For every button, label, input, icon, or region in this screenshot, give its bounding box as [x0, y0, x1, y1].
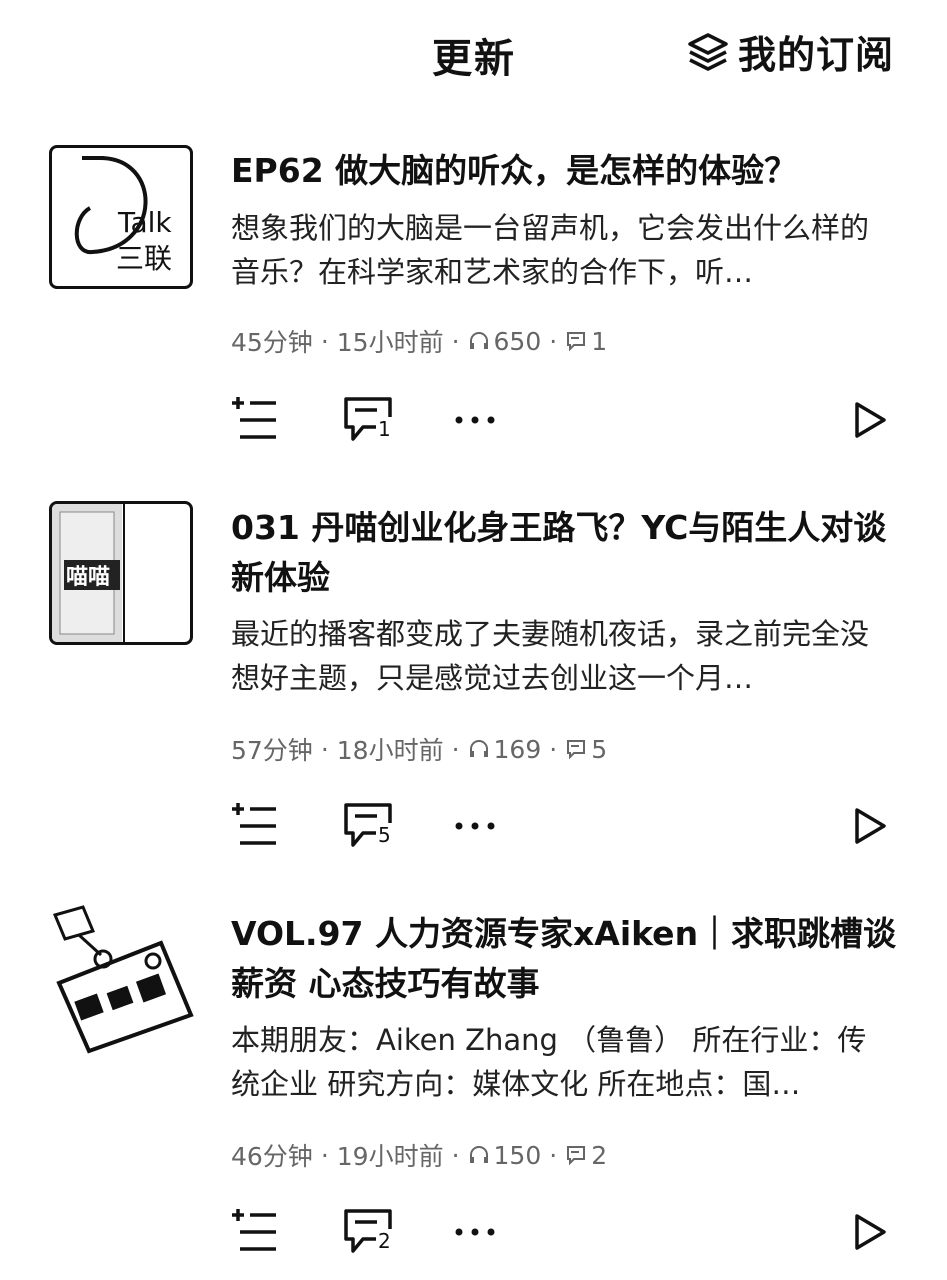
add-to-queue-button[interactable] — [228, 1205, 282, 1259]
comment-icon — [567, 332, 586, 352]
play-count: 650 — [493, 326, 542, 356]
subscriptions-label: 我的订阅 — [738, 33, 895, 77]
play-button[interactable] — [850, 393, 890, 447]
my-subscriptions-button[interactable]: 我的订阅 — [686, 24, 894, 79]
episode-cover[interactable]: Talk 三联 — [49, 145, 193, 289]
comment-count-badge: 5 — [376, 823, 393, 847]
add-to-playlist-icon — [232, 397, 276, 439]
podcast-logo-image: Talk 三联 — [74, 156, 172, 275]
more-icon — [455, 1228, 495, 1236]
duration: 46分钟 — [231, 1142, 313, 1171]
add-to-playlist-icon — [232, 1209, 276, 1251]
page-title: 更新 — [432, 36, 516, 82]
comment-count: 2 — [591, 1140, 608, 1170]
comment-count: 1 — [591, 326, 608, 356]
episode-description[interactable]: 想象我们的大脑是一台留声机，它会发出什么样的音乐？在科学家和艺术家的合作下，听… — [231, 206, 881, 294]
more-icon — [455, 822, 495, 830]
headphones-icon — [469, 332, 488, 349]
play-icon — [855, 1214, 886, 1250]
episode-actions: 1 — [0, 393, 947, 453]
episode-title[interactable]: 031 丹喵创业化身王路飞？YC与陌生人对谈新体验 — [231, 503, 911, 603]
episode-meta: 45分钟 · 15小时前 · 650 · 1 — [231, 323, 607, 359]
more-icon — [455, 416, 495, 424]
duration: 57分钟 — [231, 736, 313, 765]
episode-title[interactable]: EP62 做大脑的听众，是怎样的体验？ — [231, 146, 911, 196]
comment-count: 5 — [591, 734, 608, 764]
episode-cover[interactable]: 喵喵 — [49, 501, 193, 645]
published-time: 15小时前 — [336, 328, 444, 357]
episode-description[interactable]: 本期朋友：Aiken Zhang （鲁鲁） 所在行业：传统企业 研究方向：媒体文… — [231, 1018, 881, 1106]
play-icon — [855, 402, 886, 438]
episode-actions: 2 — [0, 1205, 947, 1265]
play-button[interactable] — [850, 799, 890, 853]
episode-description[interactable]: 最近的播客都变成了夫妻随机夜话，录之前完全没想好主题，只是感觉过去创业这一个月… — [231, 612, 881, 700]
comment-button[interactable]: 5 — [338, 799, 398, 853]
add-to-queue-button[interactable] — [228, 393, 282, 447]
comment-icon — [567, 740, 586, 760]
add-to-queue-button[interactable] — [228, 799, 282, 853]
comment-count-badge: 1 — [376, 417, 393, 441]
comment-button[interactable]: 2 — [338, 1205, 398, 1259]
more-options-button[interactable] — [452, 799, 498, 853]
comment-icon — [567, 1146, 586, 1166]
published-time: 19小时前 — [336, 1142, 444, 1171]
more-options-button[interactable] — [452, 393, 498, 447]
episode-title[interactable]: VOL.97 人力资源专家xAiken｜求职跳槽谈薪资 心态技巧有故事 — [231, 909, 911, 1009]
more-options-button[interactable] — [452, 1205, 498, 1259]
episode-meta: 57分钟 · 18小时前 · 169 · 5 — [231, 731, 607, 767]
layers-icon — [688, 32, 728, 71]
keychain-cover-image — [52, 905, 194, 1054]
cover-text-1: Talk — [117, 206, 172, 239]
duration: 45分钟 — [231, 328, 313, 357]
play-button[interactable] — [850, 1205, 890, 1259]
cover-text: 喵喵 — [66, 565, 110, 590]
headphones-icon — [469, 740, 488, 757]
published-time: 18小时前 — [336, 736, 444, 765]
episode-actions: 5 — [0, 799, 947, 859]
play-icon — [855, 808, 886, 844]
cover-text-2: 三联 — [116, 242, 172, 275]
top-bar: 更新 我的订阅 — [0, 0, 947, 110]
play-count: 169 — [493, 734, 542, 764]
episode-meta: 46分钟 · 19小时前 · 150 · 2 — [231, 1137, 607, 1173]
add-to-playlist-icon — [232, 803, 276, 845]
comment-button[interactable]: 1 — [338, 393, 398, 447]
headphones-icon — [469, 1146, 488, 1163]
podcast-cover-image: 喵喵 — [52, 504, 125, 642]
comment-count-badge: 2 — [376, 1229, 393, 1253]
episode-cover[interactable] — [49, 905, 197, 1055]
play-count: 150 — [493, 1140, 542, 1170]
